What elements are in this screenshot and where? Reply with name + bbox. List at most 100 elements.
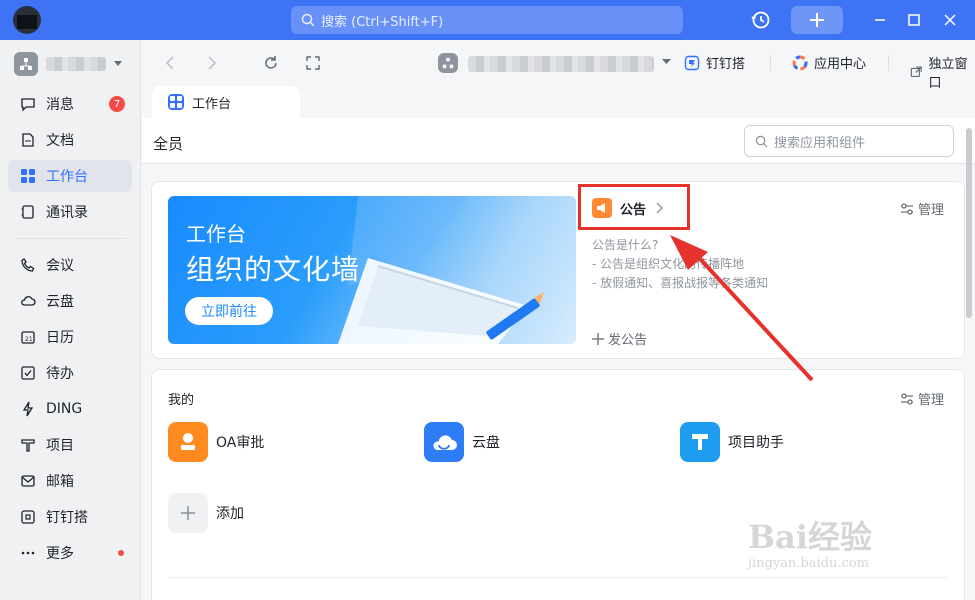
sidebar-item-label: 日历 bbox=[46, 330, 74, 346]
add-app-button[interactable]: 添加 bbox=[168, 493, 244, 533]
sidebar-item-calendar[interactable]: 21 日历 bbox=[8, 321, 132, 353]
app-project-assistant[interactable]: 项目助手 bbox=[680, 422, 784, 462]
dingdingda-link[interactable]: 钉钉搭 bbox=[684, 53, 745, 72]
sidebar-item-ding[interactable]: DING bbox=[8, 393, 132, 425]
sidebar-item-docs[interactable]: 文档 bbox=[8, 124, 132, 156]
user-avatar[interactable] bbox=[13, 6, 41, 34]
lightning-icon bbox=[22, 401, 34, 417]
sidebar-item-more[interactable]: 更多 bbox=[8, 537, 132, 569]
watermark-brand: Bai经验 bbox=[748, 518, 872, 556]
toolbar-link-label: 应用中心 bbox=[814, 57, 867, 72]
global-search-input[interactable]: 搜索 (Ctrl+Shift+F) bbox=[291, 6, 683, 34]
settings-sliders-icon bbox=[901, 202, 913, 215]
sidebar-item-workbench[interactable]: 工作台 bbox=[8, 160, 132, 192]
history-icon[interactable] bbox=[750, 9, 772, 31]
sidebar-item-cloud-drive[interactable]: 云盘 bbox=[8, 285, 132, 317]
refresh-icon[interactable] bbox=[262, 54, 280, 72]
app-search-input[interactable]: 搜索应用和组件 bbox=[744, 125, 954, 157]
sidebar-item-label: 通讯录 bbox=[46, 205, 88, 221]
sidebar-item-mail[interactable]: 邮箱 bbox=[8, 465, 132, 497]
minimize-icon bbox=[875, 19, 885, 21]
sidebar-item-meeting[interactable]: 会议 bbox=[8, 249, 132, 281]
app-oa-approval[interactable]: OA审批 bbox=[168, 422, 264, 462]
annotation-highlight-box bbox=[578, 184, 690, 230]
project-icon bbox=[21, 439, 35, 452]
watermark: Bai经验 jingyan.baidu.com bbox=[748, 512, 872, 571]
ellipsis-icon bbox=[21, 551, 35, 555]
tab-label: 工作台 bbox=[192, 96, 232, 112]
app-search-placeholder: 搜索应用和组件 bbox=[774, 135, 866, 151]
sidebar-item-label: 工作台 bbox=[46, 169, 88, 185]
go-now-button[interactable]: 立即前往 bbox=[185, 297, 273, 325]
close-button[interactable] bbox=[940, 10, 960, 30]
phone-icon bbox=[21, 258, 35, 272]
fullscreen-icon[interactable] bbox=[304, 54, 322, 72]
search-placeholder: 搜索 (Ctrl+Shift+F) bbox=[321, 14, 444, 30]
org-icon bbox=[438, 53, 458, 73]
app-center-link[interactable]: 应用中心 bbox=[792, 53, 866, 72]
org-switcher[interactable] bbox=[14, 52, 122, 76]
my-apps-manage-button[interactable]: 管理 bbox=[900, 389, 944, 408]
sidebar-item-dingdingda[interactable]: 钉钉搭 bbox=[8, 501, 132, 533]
title-bar: 搜索 (Ctrl+Shift+F) bbox=[0, 0, 975, 40]
create-button[interactable] bbox=[791, 6, 843, 34]
document-icon bbox=[22, 133, 34, 147]
toolbar: 钉钉搭 应用中心 独立窗口 bbox=[142, 40, 975, 91]
add-app-label: 添加 bbox=[216, 506, 244, 522]
banner-subtitle: 组织的文化墙 bbox=[186, 253, 361, 286]
search-icon bbox=[755, 135, 768, 148]
contacts-icon bbox=[21, 205, 34, 219]
plus-icon bbox=[168, 493, 208, 533]
sidebar-item-project[interactable]: 项目 bbox=[8, 429, 132, 461]
plus-icon bbox=[592, 332, 604, 345]
workbench-icon bbox=[168, 94, 184, 110]
caret-down-icon[interactable] bbox=[662, 59, 671, 65]
maximize-button[interactable] bbox=[904, 10, 924, 30]
minimize-button[interactable] bbox=[870, 10, 890, 30]
sidebar-item-todo[interactable]: 待办 bbox=[8, 357, 132, 389]
project-assistant-icon bbox=[680, 422, 720, 462]
builder-icon bbox=[684, 55, 700, 70]
content-header: 全员 搜索应用和组件 bbox=[142, 118, 975, 164]
post-announcement-button[interactable]: 发公告 bbox=[592, 329, 647, 348]
sidebar-item-label: 邮箱 bbox=[46, 474, 74, 490]
post-announcement-label: 发公告 bbox=[608, 333, 648, 348]
sidebar-item-messages[interactable]: 消息 7 bbox=[8, 88, 132, 120]
search-icon bbox=[301, 13, 315, 27]
banner-title: 工作台 bbox=[186, 222, 246, 246]
sidebar-item-label: 钉钉搭 bbox=[46, 510, 88, 526]
app-cloud-drive[interactable]: 云盘 bbox=[424, 422, 500, 462]
org-name-blurred bbox=[46, 57, 106, 71]
sidebar-item-label: 消息 bbox=[46, 97, 74, 113]
back-icon[interactable] bbox=[162, 54, 180, 72]
maximize-icon bbox=[908, 14, 920, 26]
standalone-window-link[interactable]: 独立窗口 bbox=[910, 53, 975, 91]
announcement-question: 公告是什么? bbox=[592, 238, 659, 252]
sidebar-item-label: 文档 bbox=[46, 133, 74, 149]
sidebar-divider bbox=[16, 238, 126, 239]
culture-wall-card: 工作台 组织的文化墙 立即前往 公告 管理 公告是什么? - 公告是组织文化的传… bbox=[151, 181, 965, 359]
tab-workbench[interactable]: 工作台 bbox=[152, 86, 300, 118]
app-label: 云盘 bbox=[472, 435, 500, 451]
sidebar-item-contacts[interactable]: 通讯录 bbox=[8, 196, 132, 228]
plus-icon bbox=[810, 13, 824, 27]
app-label: 项目助手 bbox=[728, 435, 784, 451]
forward-icon[interactable] bbox=[202, 54, 220, 72]
toolbar-divider bbox=[888, 55, 889, 71]
checkbox-icon bbox=[21, 366, 35, 380]
sidebar-item-label: 会议 bbox=[46, 258, 74, 274]
sidebar-item-label: 项目 bbox=[46, 438, 74, 454]
org-icon bbox=[14, 52, 38, 76]
toolbar-link-label: 独立窗口 bbox=[928, 57, 968, 91]
org-name-blurred bbox=[468, 56, 654, 72]
vertical-scrollbar[interactable] bbox=[966, 128, 972, 318]
message-icon bbox=[21, 98, 35, 112]
page-title[interactable]: 全员 bbox=[153, 133, 183, 154]
settings-sliders-icon bbox=[901, 392, 913, 405]
announcement-line: - 公告是组织文化的传播阵地 bbox=[592, 257, 745, 271]
culture-wall-banner[interactable]: 工作台 组织的文化墙 立即前往 bbox=[168, 196, 576, 344]
announcement-manage-button[interactable]: 管理 bbox=[900, 199, 944, 218]
calendar-icon: 21 bbox=[21, 331, 35, 344]
sidebar-item-label: 待办 bbox=[46, 366, 74, 382]
manage-label: 管理 bbox=[918, 203, 945, 218]
